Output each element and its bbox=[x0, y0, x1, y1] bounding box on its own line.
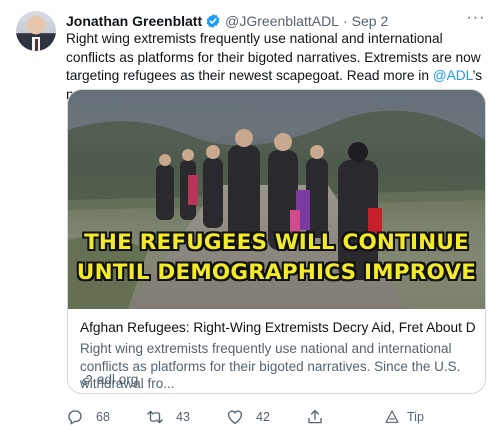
avatar-tie bbox=[34, 39, 38, 51]
like-button[interactable]: 42 bbox=[226, 406, 270, 428]
retweet-button[interactable]: 43 bbox=[146, 406, 190, 428]
verified-badge-icon bbox=[205, 13, 221, 29]
retweet-icon bbox=[147, 410, 163, 424]
tip-button[interactable]: Tip bbox=[384, 406, 424, 428]
card-description: Right wing extremists frequently use nat… bbox=[80, 341, 461, 391]
image-caption-line1: THE REFUGEES WILL CONTINUE bbox=[84, 230, 469, 255]
link-card[interactable]: THE REFUGEES WILL CONTINUE UNTIL DEMOGRA… bbox=[67, 89, 486, 394]
share-icon bbox=[308, 409, 322, 424]
tweet-date[interactable]: Sep 2 bbox=[352, 13, 389, 29]
author-name[interactable]: Jonathan Greenblatt bbox=[66, 13, 202, 29]
reply-button[interactable]: 68 bbox=[66, 406, 110, 428]
tweet[interactable]: Jonathan Greenblatt @JGreenblattADL · Se… bbox=[0, 0, 500, 436]
tip-icon bbox=[385, 410, 399, 423]
card-domain-text: adl.org bbox=[97, 372, 139, 387]
tweet-header: Jonathan Greenblatt @JGreenblattADL · Se… bbox=[66, 11, 388, 31]
mention-link[interactable]: @ADL bbox=[433, 68, 473, 83]
avatar[interactable] bbox=[16, 11, 56, 51]
image-caption-line2: UNTIL DEMOGRAPHICS IMPROVE bbox=[76, 260, 477, 285]
share-button[interactable] bbox=[306, 406, 336, 428]
action-bar: 68 43 42 Tip bbox=[66, 406, 486, 428]
author-handle[interactable]: @JGreenblattADL bbox=[225, 13, 339, 29]
header-separator: · bbox=[342, 13, 348, 29]
link-icon bbox=[82, 374, 92, 385]
like-count: 42 bbox=[256, 410, 270, 424]
more-icon[interactable]: ··· bbox=[466, 10, 486, 30]
tip-label: Tip bbox=[407, 410, 424, 424]
reply-count: 68 bbox=[96, 410, 110, 424]
reply-icon bbox=[68, 410, 82, 425]
like-icon bbox=[227, 410, 243, 425]
retweet-count: 43 bbox=[176, 410, 190, 424]
card-title[interactable]: Afghan Refugees: Right-Wing Extremists D… bbox=[80, 320, 475, 335]
tweet-text-part1: Right wing extremists frequently use nat… bbox=[66, 31, 481, 83]
card-image[interactable]: THE REFUGEES WILL CONTINUE UNTIL DEMOGRA… bbox=[68, 90, 485, 309]
card-domain[interactable]: adl.org bbox=[80, 372, 138, 387]
